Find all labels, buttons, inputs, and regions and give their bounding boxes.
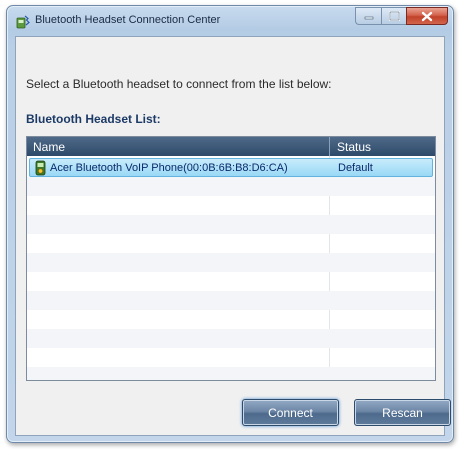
headset-list-label: Bluetooth Headset List: <box>26 112 161 126</box>
bluetooth-headset-window: Bluetooth Headset Connection Center Sele… <box>6 5 454 443</box>
maximize-icon <box>388 11 400 21</box>
column-header-status[interactable]: Status <box>337 140 371 154</box>
list-header: Name Status <box>27 137 435 156</box>
empty-row <box>27 234 435 253</box>
empty-row <box>27 291 435 310</box>
instruction-text: Select a Bluetooth headset to connect fr… <box>26 77 332 91</box>
window-title: Bluetooth Headset Connection Center <box>35 14 221 26</box>
headset-list[interactable]: Name Status Acer Bluetooth VoIP Phone(00… <box>26 136 436 381</box>
empty-row <box>27 348 435 367</box>
empty-row <box>27 367 435 380</box>
close-icon <box>421 11 433 21</box>
device-name: Acer Bluetooth VoIP Phone(00:0B:6B:B8:D6… <box>50 162 288 174</box>
minimize-icon <box>364 16 373 20</box>
empty-row <box>27 215 435 234</box>
column-header-name[interactable]: Name <box>33 140 65 154</box>
empty-row <box>27 196 435 215</box>
maximize-button[interactable] <box>381 7 406 25</box>
bluetooth-app-icon <box>16 15 30 29</box>
title-bar[interactable]: Bluetooth Headset Connection Center <box>7 6 453 36</box>
close-button[interactable] <box>406 7 448 25</box>
caption-buttons <box>355 7 448 25</box>
connect-button[interactable]: Connect <box>242 399 339 426</box>
rescan-button[interactable]: Rescan <box>354 399 451 426</box>
empty-row <box>27 177 435 196</box>
dialog-client-area: Select a Bluetooth headset to connect fr… <box>15 36 451 436</box>
empty-row <box>27 272 435 291</box>
minimize-button[interactable] <box>355 7 381 25</box>
empty-row <box>27 253 435 272</box>
device-status: Default <box>338 162 373 174</box>
list-row-selected[interactable]: Acer Bluetooth VoIP Phone(00:0B:6B:B8:D6… <box>29 158 433 177</box>
empty-row <box>27 310 435 329</box>
list-body[interactable]: Acer Bluetooth VoIP Phone(00:0B:6B:B8:D6… <box>27 156 435 380</box>
bluetooth-phone-icon <box>35 160 46 176</box>
empty-row <box>27 329 435 348</box>
column-divider[interactable] <box>329 137 330 156</box>
